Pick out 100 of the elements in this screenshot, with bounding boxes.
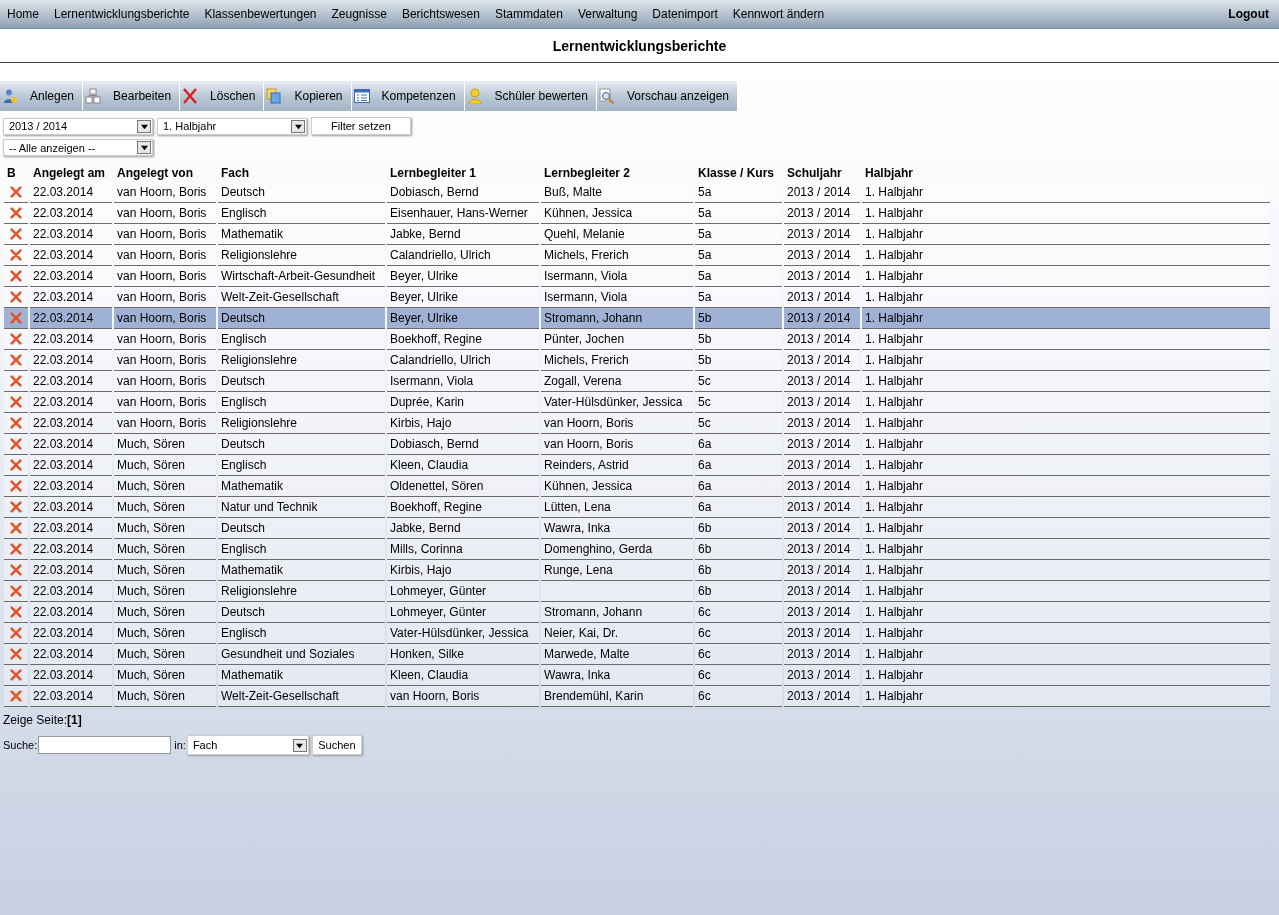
table-row[interactable]: 22.03.2014 Much, Sören Natur und Technik Boekhoff, Regine Lütten, Lena 6a 2013 / 2014 1. Halbjahr: [4, 497, 1270, 518]
show-dropdown[interactable]: -- Alle anzeigen --: [3, 139, 153, 156]
table-row[interactable]: 22.03.2014 Much, Sören Mathematik Kleen, Claudia Wawra, Inka 6c 2013 / 2014 1. Halbjahr: [4, 665, 1270, 686]
table-row[interactable]: 22.03.2014 van Hoorn, Boris Deutsch Dobiasch, Bernd Buß, Malte 5a 2013 / 2014 1. Halbjahr: [4, 182, 1270, 203]
table-row[interactable]: 22.03.2014 Much, Sören Deutsch Lohmeyer, Günter Stromann, Johann 6c 2013 / 2014 1. Halbjahr: [4, 602, 1270, 623]
search-field[interactable]: [38, 736, 172, 754]
table-row[interactable]: 22.03.2014 Much, Sören Welt-Zeit-Gesellschaft van Hoorn, Boris Brendemühl, Karin 6c 2013 / 2014 1. Halbjahr: [4, 686, 1270, 707]
menu-item[interactable]: Datenimport: [645, 7, 726, 21]
table-cell: 6a: [698, 500, 712, 514]
table-row[interactable]: 22.03.2014 Much, Sören Mathematik Kirbis, Hajo Runge, Lena 6b 2013 / 2014 1. Halbjahr: [4, 560, 1270, 581]
table-row[interactable]: 22.03.2014 Much, Sören Gesundheit und Soziales Honken, Silke Marwede, Malte 6c 2013 / 2014 1. Halbjahr: [4, 644, 1270, 665]
table-cell: Much, Sören: [117, 584, 186, 598]
table-cell: 6b: [698, 542, 712, 556]
search-column-dropdown[interactable]: Fach: [186, 735, 309, 755]
table-row[interactable]: 22.03.2014 Much, Sören Religionslehre Lohmeyer, Günter 6b 2013 / 2014 1. Halbjahr: [4, 581, 1270, 602]
table-cell: Michels, Frerich: [544, 248, 629, 262]
table-cell: van Hoorn, Boris: [117, 290, 207, 304]
table-row[interactable]: 22.03.2014 van Hoorn, Boris Wirtschaft-Arbeit-Gesundheit Beyer, Ulrike Isermann, Viola 5a 2013 / 2014 1. Halbjahr: [4, 266, 1270, 287]
table-row[interactable]: 22.03.2014 van Hoorn, Boris Englisch Duprée, Karin Vater-Hülsdünker, Jessica 5c 2013 / 2014 1. Halbjahr: [4, 392, 1270, 413]
table-cell: 2013 / 2014: [787, 647, 851, 661]
menu-item[interactable]: Klassenbewertungen: [197, 7, 325, 21]
table-row[interactable]: 22.03.2014 van Hoorn, Boris Englisch Boekhoff, Regine Pünter, Jochen 5b 2013 / 2014 1. Halbjahr: [4, 329, 1270, 350]
in-label: in:: [174, 739, 186, 751]
person-plus-icon: [2, 88, 18, 104]
table-cell: Englisch: [221, 626, 267, 640]
table-cell: Dobiasch, Bernd: [390, 437, 479, 451]
toolbar-button[interactable]: Schüler bewerten: [464, 81, 597, 111]
table-cell: Wirtschaft-Arbeit-Gesundheit: [221, 269, 376, 283]
table-cell: Brendemühl, Karin: [544, 689, 644, 703]
delete-icon: [182, 88, 199, 104]
table-cell: 1. Halbjahr: [865, 542, 924, 556]
table-cell: 22.03.2014: [33, 248, 94, 262]
table-cell: Mathematik: [221, 668, 284, 682]
table-cell: Much, Sören: [117, 563, 186, 577]
logout-link[interactable]: Logout: [1228, 7, 1279, 21]
delete-icon: [9, 290, 23, 305]
table-cell: 2013 / 2014: [787, 332, 851, 346]
toolbar-button[interactable]: Anlegen: [0, 81, 84, 111]
toolbar-button[interactable]: Vorschau anzeigen: [596, 81, 739, 111]
table-cell: Calandriello, Ulrich: [390, 353, 491, 367]
table-row[interactable]: 22.03.2014 van Hoorn, Boris Englisch Eisenhauer, Hans-Werner Kühnen, Jessica 5a 2013 / 2014 1. Halbjahr: [4, 203, 1270, 224]
table-row[interactable]: 22.03.2014 van Hoorn, Boris Religionslehre Calandriello, Ulrich Michels, Frerich 5a 2013 / 2014 1. Halbjahr: [4, 245, 1270, 266]
table-cell: Eisenhauer, Hans-Werner: [390, 206, 528, 220]
table-cell: 6a: [698, 437, 712, 451]
menu-item[interactable]: Zeugnisse: [324, 7, 395, 21]
table-cell: 2013 / 2014: [787, 605, 851, 619]
table-row[interactable]: 22.03.2014 Much, Sören Englisch Mills, Corinna Domenghino, Gerda 6b 2013 / 2014 1. Halbjahr: [4, 539, 1270, 560]
menu-item[interactable]: Stammdaten: [487, 7, 571, 21]
table-cell: Vater-Hülsdünker, Jessica: [390, 626, 529, 640]
column-header: B: [6, 165, 17, 182]
table-cell: van Hoorn, Boris: [117, 227, 207, 241]
year-dropdown[interactable]: 2013 / 2014: [3, 117, 153, 135]
table-cell: Deutsch: [221, 605, 266, 619]
menu-item[interactable]: Berichtswesen: [394, 7, 488, 21]
delete-icon: [9, 437, 23, 452]
menu-item[interactable]: Home: [0, 7, 47, 21]
table-cell: van Hoorn, Boris: [117, 395, 207, 409]
term-dropdown[interactable]: 1. Halbjahr: [157, 117, 307, 135]
table-row[interactable]: 22.03.2014 van Hoorn, Boris Welt-Zeit-Gesellschaft Beyer, Ulrike Isermann, Viola 5a 2013 / 2014 1. Halbjahr: [4, 287, 1270, 308]
table-cell: Welt-Zeit-Gesellschaft: [221, 689, 339, 703]
menu-item[interactable]: Lernentwicklungsberichte: [47, 7, 198, 21]
table-row[interactable]: 22.03.2014 van Hoorn, Boris Religionslehre Kirbis, Hajo van Hoorn, Boris 5c 2013 / 2014 1. Halbjahr: [4, 413, 1270, 434]
filter-button[interactable]: Filter setzen: [311, 117, 411, 135]
table-row[interactable]: 22.03.2014 Much, Sören Deutsch Dobiasch, Bernd van Hoorn, Boris 6a 2013 / 2014 1. Halbjahr: [4, 434, 1270, 455]
toolbar-button[interactable]: Kompetenzen: [351, 81, 465, 111]
table-cell: Kühnen, Jessica: [544, 206, 633, 220]
page-title: Lernentwicklungsberichte: [0, 29, 1279, 63]
search-button[interactable]: Suchen: [311, 735, 362, 755]
delete-icon: [9, 416, 23, 431]
column-header: Lernbegleiter 1: [389, 165, 478, 182]
table-row[interactable]: 22.03.2014 van Hoorn, Boris Mathematik Jabke, Bernd Quehl, Melanie 5a 2013 / 2014 1. Halbjahr: [4, 224, 1270, 245]
page-link[interactable]: [1]: [67, 713, 82, 727]
table-row[interactable]: 22.03.2014 van Hoorn, Boris Deutsch Isermann, Viola Zogall, Verena 5c 2013 / 2014 1. Halbjahr: [4, 371, 1270, 392]
toolbar-button[interactable]: Bearbeiten: [83, 81, 181, 111]
table-cell: van Hoorn, Boris: [117, 311, 207, 325]
table-cell: 2013 / 2014: [787, 563, 851, 577]
table-cell: 5a: [698, 227, 712, 241]
column-header: Klasse / Kurs: [697, 165, 776, 182]
table-cell: 5b: [698, 332, 712, 346]
menu-item[interactable]: Verwaltung: [571, 7, 646, 21]
table-row[interactable]: 22.03.2014 Much, Sören Mathematik Oldenettel, Sören Kühnen, Jessica 6a 2013 / 2014 1. Halbjahr: [4, 476, 1270, 497]
table-row[interactable]: 22.03.2014 Much, Sören Englisch Kleen, Claudia Reinders, Astrid 6a 2013 / 2014 1. Halbjahr: [4, 455, 1270, 476]
delete-icon: [9, 395, 23, 410]
table-row[interactable]: 22.03.2014 van Hoorn, Boris Religionslehre Calandriello, Ulrich Michels, Frerich 5b 2013 / 2014 1. Halbjahr: [4, 350, 1270, 371]
table-cell: Much, Sören: [117, 500, 186, 514]
table-cell: 1. Halbjahr: [865, 353, 924, 367]
toolbar-button[interactable]: Löschen: [180, 81, 265, 111]
table-row[interactable]: 22.03.2014 Much, Sören Englisch Vater-Hülsdünker, Jessica Neier, Kai, Dr. 6c 2013 / 2014 1. Halbjahr: [4, 623, 1270, 644]
table-cell: Englisch: [221, 395, 267, 409]
table-cell: Runge, Lena: [544, 563, 613, 577]
table-cell: Duprée, Karin: [390, 395, 465, 409]
search-label: Suche:: [3, 739, 38, 751]
menu-item[interactable]: Kennwort ändern: [725, 7, 833, 21]
toolbar-button[interactable]: Kopieren: [264, 81, 352, 111]
table-cell: Mills, Corinna: [390, 542, 463, 556]
delete-icon: [9, 479, 23, 494]
table-cell: 22.03.2014: [33, 290, 94, 304]
table-cell: Englisch: [221, 206, 267, 220]
table-row[interactable]: 22.03.2014 Much, Sören Deutsch Jabke, Bernd Wawra, Inka 6b 2013 / 2014 1. Halbjahr: [4, 518, 1270, 539]
table-row[interactable]: 22.03.2014 van Hoorn, Boris Deutsch Beyer, Ulrike Stromann, Johann 5b 2013 / 2014 1. Halbjahr: [4, 308, 1270, 329]
